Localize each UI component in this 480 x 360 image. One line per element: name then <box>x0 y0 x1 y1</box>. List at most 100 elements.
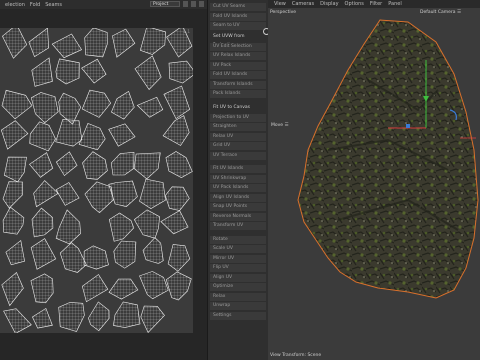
command-item[interactable]: UV Terrace <box>210 151 266 160</box>
uv-island[interactable] <box>139 178 166 209</box>
uv-island[interactable] <box>84 181 114 214</box>
command-item[interactable]: Reverse Normals <box>210 212 266 221</box>
uv-island[interactable] <box>160 210 189 235</box>
menu-selection[interactable]: election <box>5 2 25 8</box>
uv-island[interactable] <box>33 180 59 208</box>
uv-island[interactable] <box>142 237 164 264</box>
command-item[interactable]: UV Relax Islands <box>210 52 266 60</box>
uv-island[interactable] <box>3 308 32 333</box>
command-item[interactable]: Transform UV <box>210 222 266 230</box>
command-item[interactable]: Fit UV Islands <box>210 165 266 173</box>
uv-island[interactable] <box>111 90 135 120</box>
rock-mesh[interactable] <box>268 0 480 360</box>
uv-island[interactable] <box>133 152 161 180</box>
uv-island[interactable] <box>165 271 192 301</box>
uv-island[interactable] <box>55 182 80 206</box>
command-item[interactable]: Straighten <box>210 123 266 131</box>
uv-island[interactable] <box>0 120 29 150</box>
uv-island[interactable] <box>55 119 83 147</box>
uv-island[interactable] <box>1 89 33 120</box>
uv-island[interactable] <box>82 151 108 180</box>
uv-island[interactable] <box>83 245 109 270</box>
uv-island[interactable] <box>3 156 27 183</box>
command-item[interactable]: Cut UV Seams <box>210 3 266 11</box>
uv-island[interactable] <box>81 89 112 118</box>
viewport-perspective-label[interactable]: Perspective <box>270 10 296 15</box>
command-item[interactable]: Fold UV Islands <box>210 12 266 21</box>
uv-island[interactable] <box>139 28 166 55</box>
command-item[interactable]: Relax UV <box>210 132 266 141</box>
uv-island[interactable] <box>55 209 81 245</box>
uv-island[interactable] <box>31 57 53 87</box>
command-item[interactable]: Seam to UV <box>210 22 266 30</box>
gizmo-plane-icon[interactable] <box>406 124 410 128</box>
uv-island[interactable] <box>167 244 191 272</box>
command-item[interactable]: Unwrap <box>210 302 266 310</box>
uv-island[interactable] <box>32 307 53 329</box>
uv-island[interactable] <box>55 151 78 177</box>
uv-island[interactable] <box>108 123 136 147</box>
uv-island[interactable] <box>165 151 193 178</box>
uv-island[interactable] <box>55 58 80 85</box>
uv-island[interactable] <box>31 207 54 238</box>
uv-island[interactable] <box>2 181 23 209</box>
uv-island[interactable] <box>1 272 24 307</box>
viewport-camera-label[interactable]: Default Camera ☰ <box>420 10 461 15</box>
command-item[interactable]: Mirror UV <box>210 254 266 263</box>
command-item[interactable]: Grid UV <box>210 142 266 150</box>
uv-island[interactable] <box>2 28 28 59</box>
viewport-view-label[interactable]: Move ☰ <box>271 123 289 128</box>
command-item[interactable]: Align UV Islands <box>210 193 266 202</box>
uv-island[interactable] <box>113 301 141 328</box>
cmd-header-fit[interactable]: Fit UV to Canvas <box>210 103 266 112</box>
cmd-header-projection[interactable]: Set UVW from Projection <box>210 32 266 48</box>
command-item[interactable]: Pack Islands <box>210 90 266 98</box>
uv-island[interactable] <box>59 242 87 273</box>
uv-island[interactable] <box>162 115 190 146</box>
uv-island[interactable] <box>78 123 106 151</box>
command-item[interactable]: Flip UV <box>210 264 266 272</box>
uv-island[interactable] <box>108 212 135 242</box>
lock-icon[interactable] <box>183 1 188 7</box>
command-item[interactable]: UV Pack Islands <box>210 184 266 192</box>
uv-island[interactable] <box>163 85 191 120</box>
menu-seams[interactable]: Seams <box>45 2 62 8</box>
uv-island[interactable] <box>28 28 50 58</box>
uv-island[interactable] <box>108 278 139 300</box>
uv-canvas[interactable] <box>0 28 193 333</box>
uv-island[interactable] <box>30 238 57 270</box>
uv-island[interactable] <box>29 152 54 178</box>
uv-island[interactable] <box>2 206 25 235</box>
uv-island[interactable] <box>58 92 82 125</box>
command-item[interactable]: Settings <box>210 311 266 320</box>
uv-island[interactable] <box>29 121 56 152</box>
command-item[interactable]: Transform Islands <box>210 80 266 89</box>
uv-island[interactable] <box>168 60 193 84</box>
command-item[interactable]: Fold UV Islands <box>210 71 266 79</box>
rock-surface[interactable] <box>297 19 479 299</box>
uv-island[interactable] <box>51 33 83 59</box>
uv-island[interactable] <box>134 55 162 90</box>
uv-island[interactable] <box>84 28 108 58</box>
command-item[interactable]: Align UV <box>210 273 266 282</box>
uv-island[interactable] <box>139 271 169 300</box>
uv-island[interactable] <box>81 274 109 303</box>
command-item[interactable]: Scale UV <box>210 245 266 253</box>
uv-island[interactable] <box>5 239 25 266</box>
command-item[interactable]: UV Shrinkwrap <box>210 174 266 183</box>
uv-island[interactable] <box>30 92 59 124</box>
uv-island[interactable] <box>133 209 160 239</box>
command-item[interactable]: UV Edit Selection <box>210 42 266 51</box>
command-item[interactable]: UV Pack <box>210 61 266 70</box>
command-item[interactable]: Projection to UV <box>210 113 266 122</box>
uv-island[interactable] <box>110 151 135 176</box>
uv-island[interactable] <box>81 58 107 84</box>
grid-icon[interactable] <box>191 1 196 7</box>
uv-island[interactable] <box>30 273 54 304</box>
uv-island[interactable] <box>164 186 190 211</box>
uv-island[interactable] <box>88 301 110 332</box>
menu-fold[interactable]: Fold <box>30 2 40 8</box>
uv-island[interactable] <box>108 180 138 208</box>
command-item[interactable]: Rotate <box>210 235 266 244</box>
uv-island[interactable] <box>140 305 165 333</box>
